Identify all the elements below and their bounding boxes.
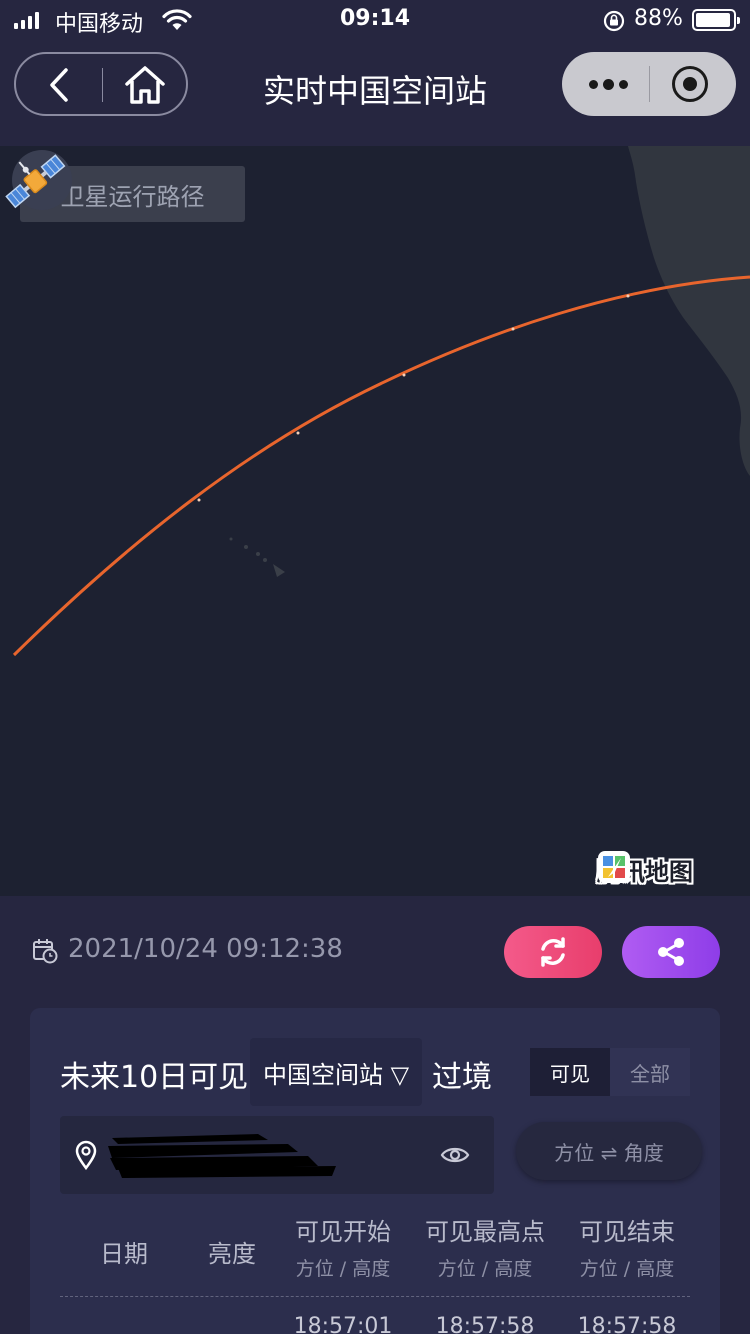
station-select-label: 中国空间站 ▽ — [262, 1060, 410, 1089]
map-view[interactable]: 卫星运行路径 腾讯地图 — [0, 146, 750, 896]
island — [256, 552, 260, 556]
share-button[interactable] — [622, 926, 720, 978]
orientation-toggle-button[interactable]: 方位 ⇌ 角度 — [516, 1122, 702, 1180]
row-end-time: 18:57:58 — [577, 1314, 677, 1334]
satellite-route — [12, 275, 750, 657]
col-end: 可见结束 — [579, 1218, 675, 1246]
orientation-lock-icon — [603, 10, 625, 32]
more-button[interactable] — [580, 64, 636, 104]
visibility-toggle: 可见 全部 — [530, 1048, 690, 1096]
location-field[interactable] — [60, 1116, 494, 1194]
refresh-icon — [541, 937, 565, 967]
island — [263, 558, 267, 562]
map-provider-logo: 腾讯地图 — [597, 850, 693, 888]
current-datetime: 2021/10/24 09:12:38 — [68, 934, 343, 964]
visible-days-label: 未来10日可见 — [60, 1060, 249, 1095]
table-divider — [60, 1296, 690, 1297]
battery-percent: 88% — [634, 6, 683, 31]
visibility-card: 未来10日可见 中国空间站 ▽ 过境 可见 全部 方位 ⇌ 角度 日期 亮度 可… — [30, 1008, 720, 1334]
route-marker — [402, 373, 406, 377]
tencent-map-icon — [598, 851, 630, 883]
nav-bar: 实时中国空间站 — [0, 40, 750, 146]
toggle-all[interactable]: 全部 — [610, 1048, 690, 1096]
col-brightness: 亮度 — [208, 1240, 256, 1268]
col-peak-sub: 方位 / 高度 — [437, 1258, 533, 1280]
landmass — [628, 146, 750, 476]
redacted-location — [108, 1134, 336, 1178]
toggle-visible[interactable]: 可见 — [530, 1048, 610, 1096]
satellite-icon[interactable] — [0, 146, 74, 216]
route-marker — [296, 431, 300, 435]
row-peak-time: 18:57:58 — [435, 1314, 535, 1334]
refresh-button[interactable] — [504, 926, 602, 978]
route-marker — [511, 327, 515, 331]
calendar-clock-icon — [33, 939, 58, 964]
route-marker — [626, 294, 630, 298]
map-canvas — [12, 146, 750, 657]
battery-icon — [692, 9, 740, 31]
col-date: 日期 — [100, 1240, 148, 1268]
status-bar: 中国移动 09:14 88% — [0, 0, 750, 40]
transit-label: 过境 — [432, 1060, 492, 1095]
more-dots-icon — [588, 79, 598, 89]
col-peak: 可见最高点 — [425, 1218, 545, 1246]
col-start: 可见开始 — [295, 1218, 391, 1246]
info-row: 2021/10/24 09:12:38 — [0, 896, 750, 1000]
station-select[interactable]: 中国空间站 ▽ — [250, 1038, 422, 1106]
orientation-toggle-label: 方位 ⇌ 角度 — [554, 1140, 664, 1165]
island — [229, 537, 233, 541]
location-pin-icon — [75, 1140, 97, 1170]
island — [244, 545, 248, 549]
col-start-sub: 方位 / 高度 — [295, 1258, 391, 1280]
route-marker — [197, 498, 201, 502]
row-start-time: 18:57:01 — [293, 1314, 393, 1334]
miniprogram-capsule — [562, 52, 736, 116]
eye-icon[interactable] — [440, 1144, 470, 1166]
share-icon — [658, 938, 684, 966]
island — [273, 564, 285, 577]
col-end-sub: 方位 / 高度 — [579, 1258, 675, 1280]
close-miniprogram-button[interactable] — [672, 66, 708, 102]
